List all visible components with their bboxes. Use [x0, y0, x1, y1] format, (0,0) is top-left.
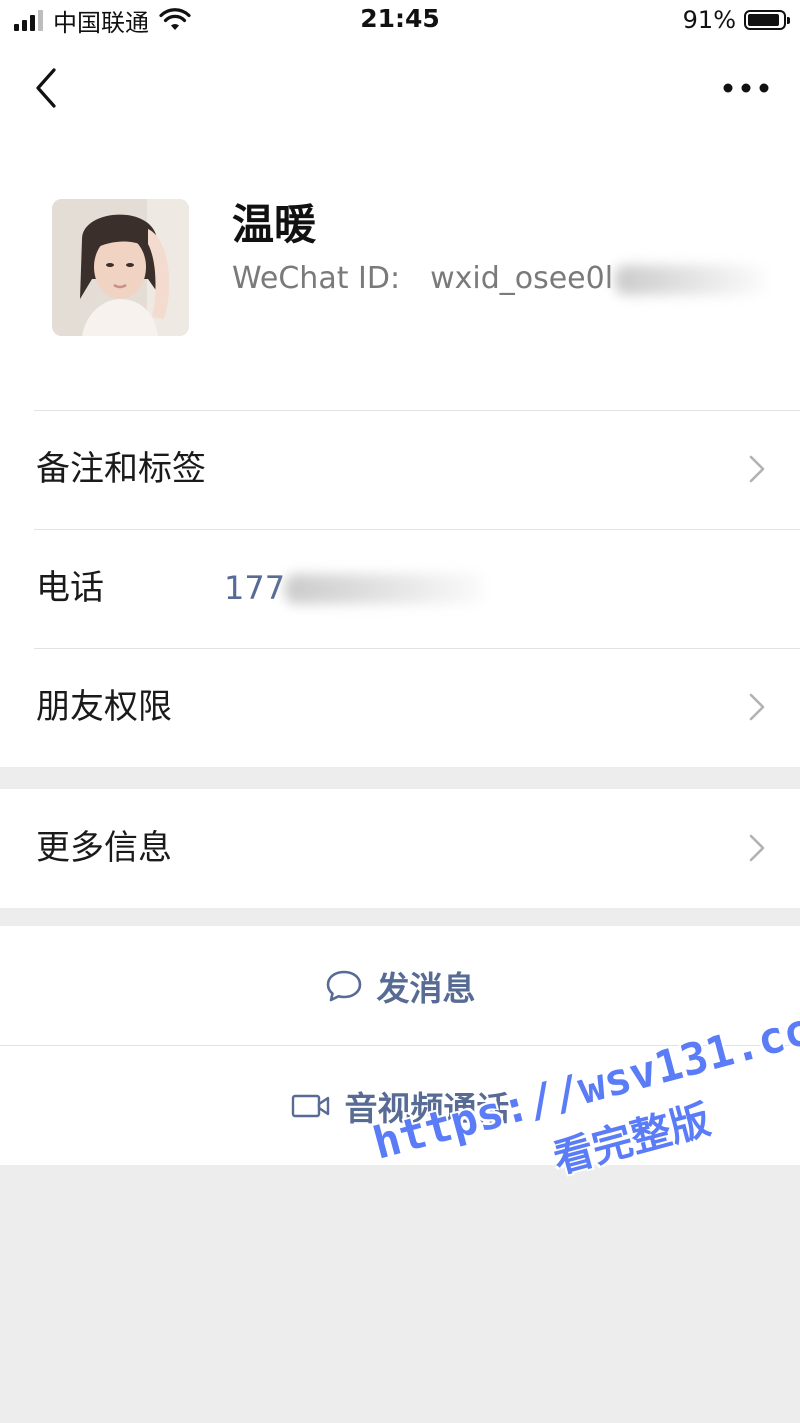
- profile-header: 温暖 WeChat ID: wxid_osee0l: [0, 136, 800, 410]
- row-friend-permissions[interactable]: 朋友权限: [0, 648, 800, 767]
- phone-number[interactable]: 177: [224, 529, 486, 648]
- video-camera-icon: [291, 1094, 329, 1117]
- phone-number-text: 177: [224, 569, 286, 607]
- contact-name: 温暖: [232, 200, 317, 249]
- more-group: 更多信息: [0, 789, 800, 908]
- redaction-blur: [615, 265, 766, 295]
- row-label: 备注和标签: [36, 449, 206, 489]
- avatar-photo: [52, 199, 189, 336]
- status-right: 91%: [682, 4, 790, 36]
- send-message-button[interactable]: 发消息: [0, 926, 800, 1045]
- status-time: 21:45: [360, 4, 440, 33]
- wechat-id: WeChat ID: wxid_osee0l: [232, 261, 766, 296]
- wechat-id-value: wxid_osee0l: [430, 261, 614, 296]
- wechat-id-label: WeChat ID:: [232, 261, 401, 296]
- redaction-blur: [285, 573, 486, 604]
- more-horizontal-icon[interactable]: [722, 78, 770, 98]
- row-remarks-tags[interactable]: 备注和标签: [0, 410, 800, 529]
- status-bar: 中国联通 21:45 91%: [0, 0, 800, 40]
- battery-percent: 91%: [682, 6, 736, 34]
- nav-bar: [0, 40, 800, 136]
- battery-fill: [748, 14, 779, 26]
- chat-bubble-icon: [326, 970, 361, 1001]
- chevron-right-icon: [749, 693, 765, 721]
- row-more-info[interactable]: 更多信息: [0, 789, 800, 908]
- row-label: 朋友权限: [36, 687, 172, 727]
- row-label: 电话: [36, 568, 104, 608]
- chevron-left-icon[interactable]: [30, 66, 64, 110]
- chevron-right-icon: [749, 834, 765, 862]
- row-phone: 电话 177: [0, 529, 800, 648]
- avatar[interactable]: [52, 199, 189, 336]
- battery-icon: [744, 10, 790, 30]
- chevron-right-icon: [749, 455, 765, 483]
- row-label: 更多信息: [36, 828, 172, 868]
- info-group: 备注和标签 电话 177 朋友权限: [0, 410, 800, 767]
- send-message-label: 发消息: [376, 968, 476, 1008]
